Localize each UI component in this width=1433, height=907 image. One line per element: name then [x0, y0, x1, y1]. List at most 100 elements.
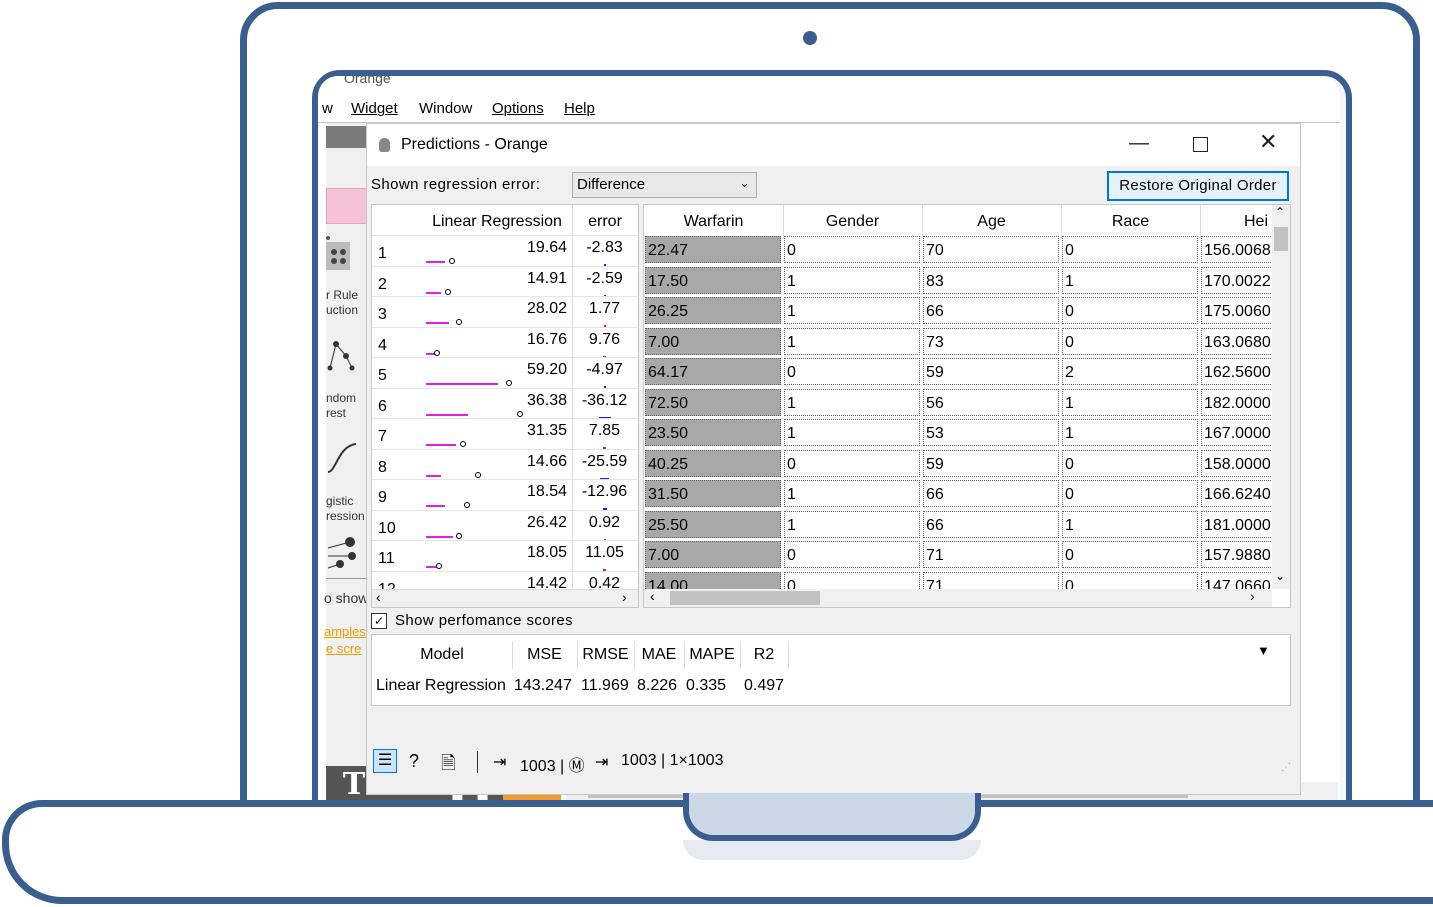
scroll-left-icon[interactable]: ‹	[376, 589, 381, 605]
perf-header-mse[interactable]: MSE	[512, 641, 578, 669]
prediction-row[interactable]: 11 18.05 11.05	[372, 540, 638, 571]
data-cell-age[interactable]: 56	[923, 388, 1059, 416]
data-cell-age[interactable]: 59	[923, 449, 1059, 477]
minimize-icon[interactable]: —	[1129, 132, 1149, 155]
report-icon[interactable]: 🗎	[441, 751, 455, 781]
perf-header-r2[interactable]: R2	[740, 641, 789, 669]
data-cell-warfarin[interactable]: 26.25	[645, 297, 781, 324]
data-cell-gender[interactable]: 1	[784, 480, 920, 507]
scroll-down-icon[interactable]: ⌄	[1275, 569, 1285, 583]
perf-header-model[interactable]: Model	[372, 641, 513, 669]
data-cell-age[interactable]: 71	[923, 541, 1059, 568]
scroll-right-icon[interactable]: ›	[1250, 588, 1255, 604]
data-cell-warfarin[interactable]: 72.50	[645, 388, 781, 416]
network-widget-icon[interactable]	[326, 534, 358, 580]
predictions-table[interactable]: Linear Regression error 1 19.64 -2.83 2 14.9…	[371, 204, 639, 608]
data-cell-race[interactable]: 1	[1062, 510, 1198, 538]
data-cell-hei[interactable]: 156.0068	[1201, 236, 1272, 263]
data-cell-age[interactable]: 66	[923, 480, 1059, 507]
data-cell-hei[interactable]: 181.0000	[1201, 510, 1272, 538]
restore-original-order-button[interactable]: Restore Original Order	[1107, 171, 1289, 201]
logistic-widget-icon[interactable]	[326, 438, 358, 482]
data-cell-age[interactable]: 53	[923, 419, 1059, 446]
data-cell-gender[interactable]: 0	[784, 449, 920, 477]
dropdown-arrow-icon[interactable]: ▼	[1257, 643, 1270, 658]
menu-help[interactable]: Help	[564, 100, 595, 117]
data-cell-age[interactable]: 83	[923, 266, 1059, 294]
data-cell-race[interactable]: 2	[1062, 358, 1198, 385]
prediction-row[interactable]: 9 18.54 -12.96	[372, 479, 638, 510]
perf-header-mape[interactable]: MAPE	[684, 641, 741, 669]
data-cell-gender[interactable]: 1	[784, 510, 920, 538]
hamburger-menu-icon[interactable]: ☰	[373, 749, 397, 773]
data-cell-warfarin[interactable]: 31.50	[645, 480, 781, 507]
data-cell-age[interactable]: 59	[923, 358, 1059, 385]
prediction-row[interactable]: 7 31.35 7.85	[372, 418, 638, 449]
data-vertical-scrollbar[interactable]: ⌃ ⌄	[1272, 205, 1290, 589]
data-cell-race[interactable]: 0	[1062, 297, 1198, 324]
data-cell-hei[interactable]: 162.5600	[1201, 358, 1272, 385]
data-cell-race[interactable]: 0	[1062, 236, 1198, 263]
show-performance-checkbox[interactable]: ✓	[371, 613, 387, 629]
scroll-right-icon[interactable]: ›	[622, 589, 627, 605]
data-cell-warfarin[interactable]: 7.00	[645, 541, 781, 568]
data-cell-gender[interactable]: 0	[784, 571, 920, 589]
data-cell-race[interactable]: 1	[1062, 266, 1198, 294]
column-header-error[interactable]: error	[572, 205, 638, 239]
data-cell-gender[interactable]: 0	[784, 236, 920, 263]
data-cell-gender[interactable]: 1	[784, 388, 920, 416]
scatter-widget-icon[interactable]	[326, 242, 350, 270]
examples-link[interactable]: amples	[324, 624, 366, 639]
data-cell-age[interactable]: 73	[923, 327, 1059, 355]
menu-widget[interactable]: Widget	[351, 100, 398, 117]
data-cell-hei[interactable]: 170.0022	[1201, 266, 1272, 294]
prediction-row[interactable]: 1 19.64 -2.83	[372, 235, 638, 266]
data-cell-hei[interactable]: 158.0000	[1201, 449, 1272, 477]
data-cell-warfarin[interactable]: 25.50	[645, 510, 781, 538]
prediction-row[interactable]: 10 26.42 0.92	[372, 509, 638, 541]
data-cell-race[interactable]: 0	[1062, 480, 1198, 507]
data-cell-age[interactable]: 66	[923, 297, 1059, 324]
data-cell-race[interactable]: 1	[1062, 388, 1198, 416]
error-type-select[interactable]: Difference ⌄	[572, 172, 757, 198]
column-header-race[interactable]: Race	[1061, 205, 1201, 239]
perf-header-rmse[interactable]: RMSE	[577, 641, 635, 669]
column-header-warfarin[interactable]: Warfarin	[644, 205, 784, 239]
maximize-icon[interactable]	[1193, 137, 1208, 152]
perf-header-mae[interactable]: MAE	[634, 641, 685, 669]
data-cell-hei[interactable]: 157.9880	[1201, 541, 1272, 568]
data-cell-gender[interactable]: 0	[784, 541, 920, 568]
column-header-gender[interactable]: Gender	[783, 205, 923, 239]
prediction-row[interactable]: 6 36.38 -36.12	[372, 387, 638, 419]
data-cell-race[interactable]: 0	[1062, 541, 1198, 568]
data-cell-hei[interactable]: 167.0000	[1201, 419, 1272, 446]
close-icon[interactable]: ✕	[1259, 129, 1277, 155]
prediction-row[interactable]: 8 14.66 -25.59	[372, 448, 638, 480]
data-cell-warfarin[interactable]: 7.00	[645, 327, 781, 355]
screencast-link[interactable]: e scre	[326, 641, 361, 656]
data-cell-warfarin[interactable]: 64.17	[645, 358, 781, 385]
prediction-row[interactable]: 5 59.20 -4.97	[372, 357, 638, 388]
data-cell-warfarin[interactable]: 22.47	[645, 236, 781, 263]
help-icon[interactable]: ?	[409, 751, 419, 772]
prediction-row[interactable]: 4 16.76 9.76	[372, 326, 638, 358]
menu-view[interactable]: w	[322, 100, 333, 117]
column-header-linear-regression[interactable]: Linear Regression	[422, 205, 573, 239]
column-header-height[interactable]: Hei	[1200, 205, 1272, 239]
data-cell-gender[interactable]: 1	[784, 297, 920, 324]
prediction-row[interactable]: 2 14.91 -2.59	[372, 265, 638, 297]
data-table[interactable]: Warfarin Gender Age Race Hei 22.47 0 70 0 15…	[643, 204, 1291, 608]
data-cell-gender[interactable]: 0	[784, 358, 920, 385]
data-cell-warfarin[interactable]: 17.50	[645, 266, 781, 294]
data-cell-warfarin[interactable]: 14.00	[645, 571, 781, 589]
data-cell-race[interactable]: 0	[1062, 449, 1198, 477]
menu-window[interactable]: Window	[419, 100, 472, 117]
data-cell-hei[interactable]: 175.0060	[1201, 297, 1272, 324]
data-cell-hei[interactable]: 147.0660	[1201, 571, 1272, 589]
data-cell-hei[interactable]: 163.0680	[1201, 327, 1272, 355]
horizontal-scroll-thumb[interactable]	[670, 591, 820, 605]
column-header-age[interactable]: Age	[922, 205, 1062, 239]
prediction-row[interactable]: 3 28.02 1.77	[372, 296, 638, 327]
predictions-horizontal-scrollbar[interactable]: ‹ ›	[372, 589, 638, 607]
data-cell-warfarin[interactable]: 40.25	[645, 449, 781, 477]
